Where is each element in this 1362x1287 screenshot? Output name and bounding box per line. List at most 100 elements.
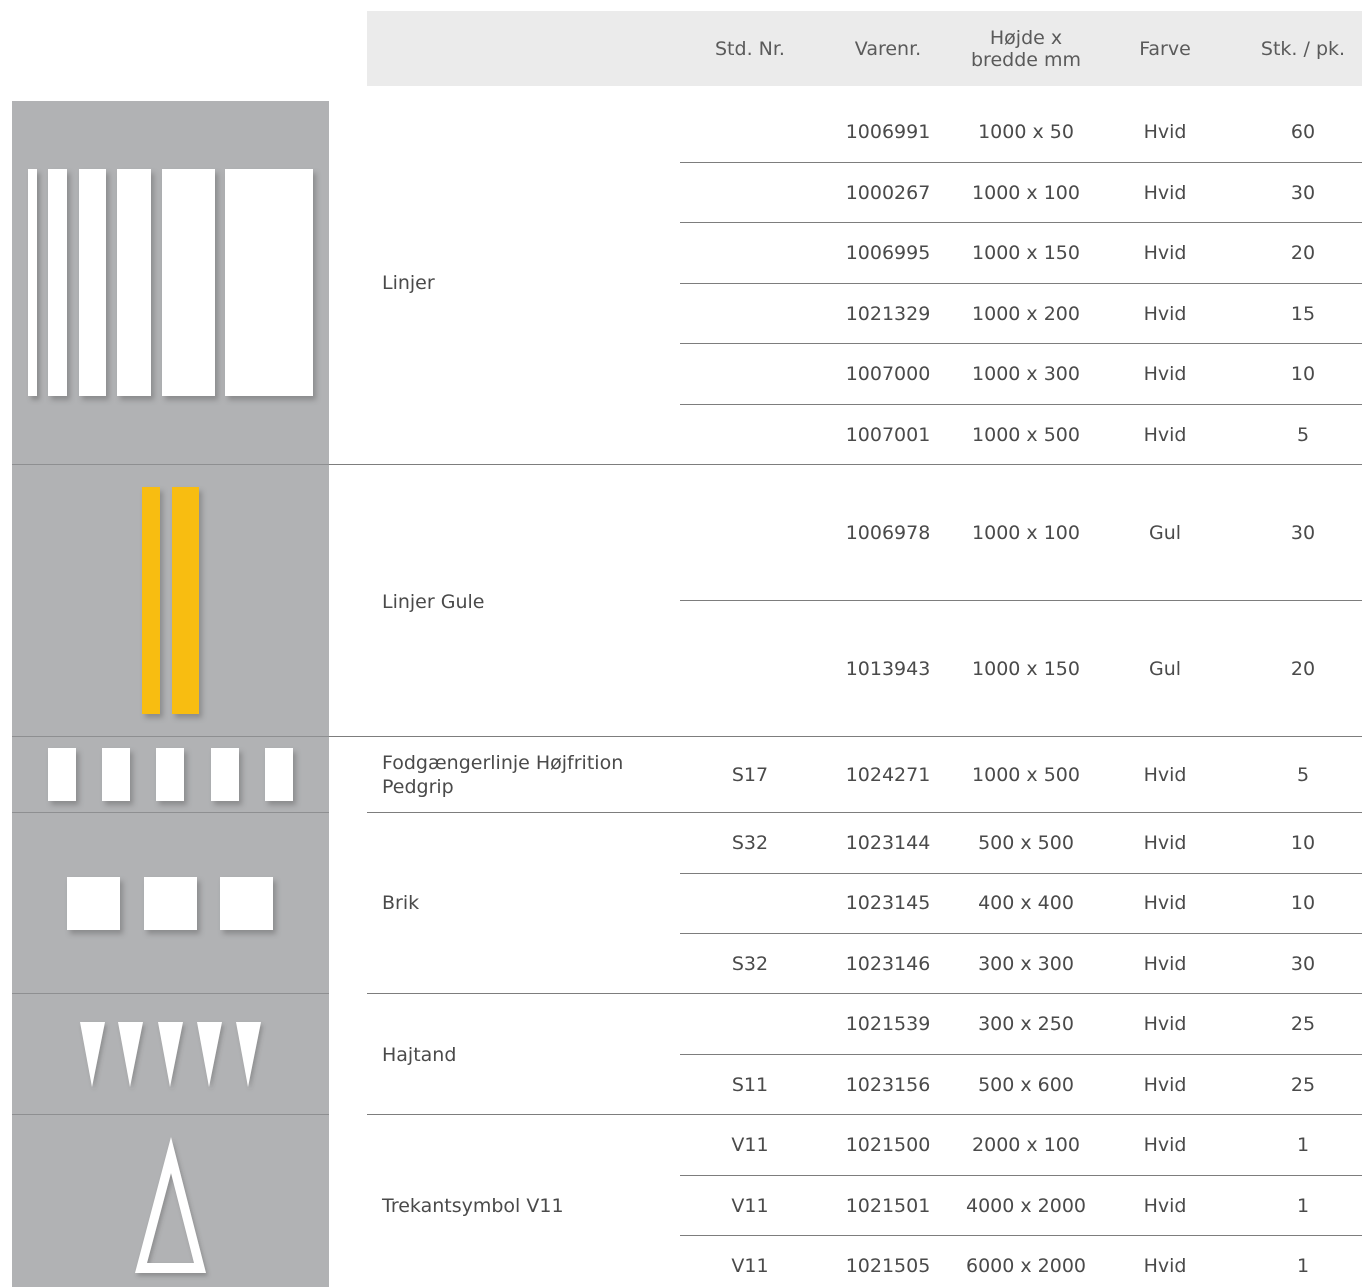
- cell-size: 4000 x 2000: [965, 1195, 1087, 1217]
- cell-std-nr: V11: [731, 1134, 769, 1156]
- header-stk: Stk. / pk.: [1260, 37, 1346, 60]
- row-divider: [680, 222, 1362, 223]
- cell-varenr: 1023146: [845, 953, 931, 975]
- cell-std-nr: [690, 1004, 810, 1044]
- cell-size: 2000 x 100: [972, 1134, 1080, 1156]
- cell-varenr: 1007001: [845, 424, 931, 446]
- cell-std-nr: S11: [731, 1074, 769, 1096]
- cell-farve: Gul: [1148, 658, 1182, 680]
- cell-farve: Hvid: [1143, 1255, 1187, 1277]
- group-name-linjer: Linjer: [382, 272, 435, 294]
- row-divider: [680, 873, 1362, 874]
- cell-size: 400 x 400: [978, 892, 1074, 914]
- cell-farve: Hvid: [1143, 1195, 1187, 1217]
- cell-size: 1000 x 150: [972, 242, 1080, 264]
- triangle-symbol-icon: [135, 1137, 206, 1273]
- group-divider: [367, 812, 1362, 813]
- cell-farve: Hvid: [1143, 303, 1187, 325]
- group-divider: [367, 993, 1362, 994]
- image-separator: [12, 464, 329, 465]
- cell-size: 500 x 500: [978, 832, 1074, 854]
- cell-farve: Hvid: [1143, 182, 1187, 204]
- cell-stk: 25: [1290, 1074, 1316, 1096]
- cell-size: 1000 x 100: [972, 182, 1080, 204]
- cell-std-nr: [690, 883, 810, 923]
- header-size-line2: bredde mm: [970, 48, 1081, 71]
- cell-size: 6000 x 2000: [965, 1255, 1087, 1277]
- cell-std-nr: [690, 354, 810, 394]
- row-divider: [680, 1175, 1362, 1176]
- cell-std-nr: V11: [731, 1195, 769, 1217]
- group-divider: [329, 736, 1362, 737]
- cell-varenr: 1000267: [845, 182, 931, 204]
- cell-std-nr: [690, 173, 810, 213]
- cell-farve: Gul: [1148, 522, 1182, 544]
- cell-stk: 1: [1296, 1134, 1310, 1156]
- group-divider: [367, 1114, 1362, 1115]
- cell-stk: 1: [1296, 1195, 1310, 1217]
- cell-stk: 20: [1290, 658, 1316, 680]
- cell-size: 1000 x 200: [972, 303, 1080, 325]
- cell-size: 1000 x 500: [972, 424, 1080, 446]
- group-divider: [329, 464, 1362, 465]
- row-divider: [680, 404, 1362, 405]
- cell-stk: 30: [1290, 182, 1316, 204]
- group-name-fodgaengerlinje: Fodgængerlinje Højfrition Pedgrip: [382, 751, 672, 799]
- header-size: Højde x bredde mm: [956, 11, 1096, 86]
- cell-std-nr: S32: [731, 953, 769, 975]
- cell-farve: Hvid: [1143, 832, 1187, 854]
- group-name-line1: Fodgængerlinje Højfrition: [382, 752, 624, 774]
- row-divider: [680, 1054, 1362, 1055]
- cell-size: 1000 x 150: [972, 658, 1080, 680]
- cell-stk: 60: [1290, 121, 1316, 143]
- header-std-nr: Std. Nr.: [715, 37, 785, 60]
- cell-size: 300 x 250: [978, 1013, 1074, 1035]
- row-divider: [680, 162, 1362, 163]
- cell-stk: 30: [1290, 522, 1316, 544]
- cell-farve: Hvid: [1143, 242, 1187, 264]
- row-divider: [680, 343, 1362, 344]
- cell-varenr: 1021539: [845, 1013, 931, 1035]
- group-name-brik: Brik: [382, 892, 420, 914]
- cell-varenr: 1021500: [845, 1134, 931, 1156]
- row-divider: [680, 283, 1362, 284]
- cell-stk: 5: [1296, 764, 1310, 786]
- cell-farve: Hvid: [1143, 1013, 1187, 1035]
- cell-varenr: 1006991: [845, 121, 931, 143]
- cell-varenr: 1006995: [845, 242, 931, 264]
- header-varenr: Varenr.: [854, 37, 922, 60]
- cell-varenr: 1021505: [845, 1255, 931, 1277]
- cell-varenr: 1013943: [845, 658, 931, 680]
- cell-stk: 1: [1296, 1255, 1310, 1277]
- image-separator: [12, 812, 329, 813]
- cell-size: 1000 x 500: [972, 764, 1080, 786]
- group-name-hajtand: Hajtand: [382, 1044, 457, 1066]
- group-name-line2: Pedgrip: [382, 776, 454, 798]
- shark-teeth-icon: [80, 1022, 261, 1087]
- row-divider: [680, 933, 1362, 934]
- cell-stk: 5: [1296, 424, 1310, 446]
- image-separator: [12, 993, 329, 994]
- cell-varenr: 1006978: [845, 522, 931, 544]
- cell-size: 300 x 300: [978, 953, 1074, 975]
- cell-varenr: 1023156: [845, 1074, 931, 1096]
- cell-std-nr: [690, 112, 810, 152]
- cell-stk: 10: [1290, 892, 1316, 914]
- cell-varenr: 1023145: [845, 892, 931, 914]
- cell-varenr: 1021501: [845, 1195, 931, 1217]
- image-separator: [12, 736, 329, 737]
- cell-farve: Hvid: [1143, 1074, 1187, 1096]
- cell-std-nr: [690, 513, 810, 553]
- cell-stk: 10: [1290, 363, 1316, 385]
- cell-farve: Hvid: [1143, 892, 1187, 914]
- row-divider: [680, 600, 1362, 601]
- cell-stk: 15: [1290, 303, 1316, 325]
- cell-stk: 20: [1290, 242, 1316, 264]
- header-size-line1: Højde x: [989, 26, 1063, 49]
- group-name-trekantsymbol: Trekantsymbol V11: [382, 1195, 564, 1217]
- cell-farve: Hvid: [1143, 764, 1187, 786]
- cell-std-nr: [690, 415, 810, 455]
- cell-farve: Hvid: [1143, 953, 1187, 975]
- cell-std-nr: [690, 233, 810, 273]
- cell-std-nr: [690, 649, 810, 689]
